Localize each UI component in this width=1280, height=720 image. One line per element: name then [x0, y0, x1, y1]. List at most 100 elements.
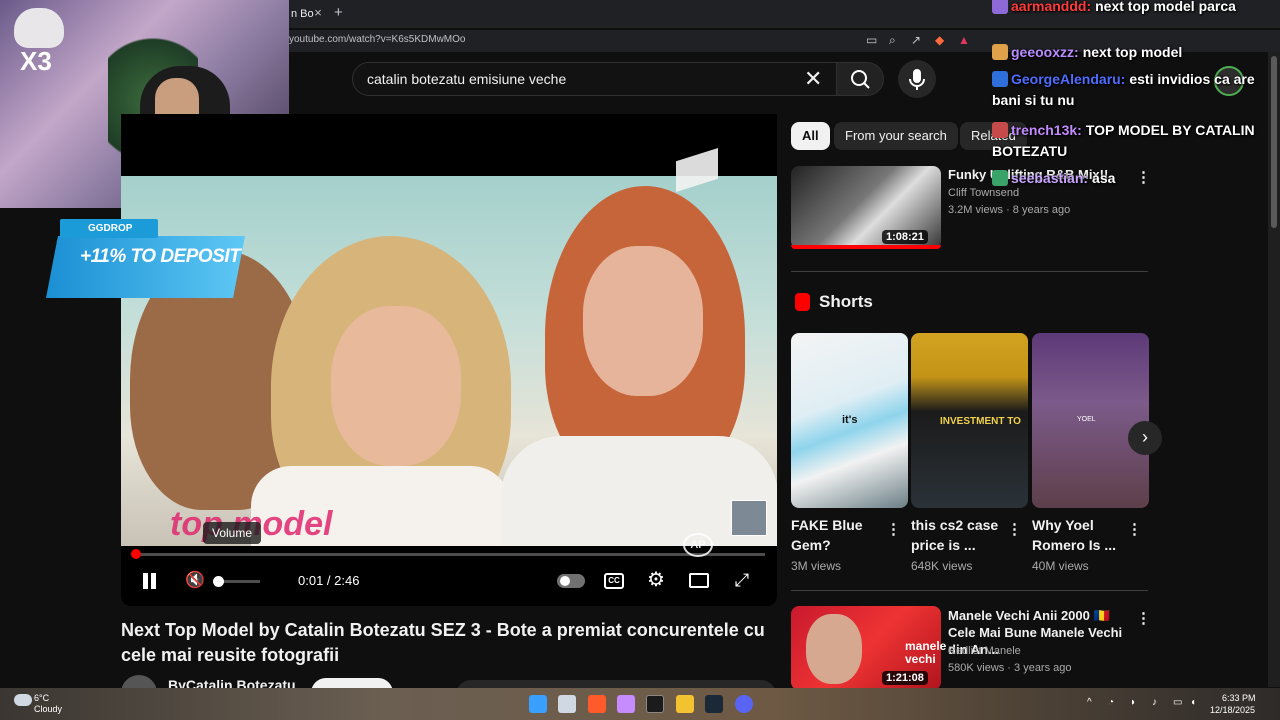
- brave-shield-icon[interactable]: ◆: [935, 33, 944, 47]
- mute-icon[interactable]: 🔇: [183, 570, 207, 592]
- cat-sticker: [14, 8, 64, 48]
- shorts-icon: [795, 293, 810, 311]
- chat-username: GeorgeAlendaru:: [1011, 71, 1126, 87]
- volume-knob[interactable]: [213, 576, 224, 587]
- clock-date[interactable]: 12/18/2025: [1210, 705, 1255, 715]
- speaker-icon[interactable]: ◗: [1130, 697, 1136, 708]
- short-views: 3M views: [791, 559, 842, 573]
- more-options-icon[interactable]: ⋮: [1127, 520, 1142, 540]
- promo-text: +11% TO DEPOSIT: [80, 246, 241, 267]
- chat-message: trench13k: TOP MODEL BY CATALIN BOTEZATU: [992, 120, 1267, 162]
- discord-icon[interactable]: [735, 695, 753, 713]
- short-views: 40M views: [1032, 559, 1089, 573]
- app-icon[interactable]: [646, 695, 664, 713]
- start-icon[interactable]: [529, 695, 547, 713]
- divider: [791, 271, 1148, 272]
- voice-search-button[interactable]: [898, 60, 936, 98]
- volume-tooltip: Volume: [203, 522, 261, 544]
- shorts-heading: Shorts: [819, 292, 873, 311]
- chat-message: seebastian: asa: [992, 168, 1267, 189]
- tray-chevron-icon[interactable]: ^: [1087, 697, 1092, 708]
- chat-badge-icon: [992, 0, 1008, 14]
- more-options-icon[interactable]: ⋮: [886, 520, 901, 540]
- chat-text: next top model: [1082, 44, 1183, 60]
- thumbnail-face: [806, 614, 862, 684]
- share-icon[interactable]: ↗: [911, 33, 921, 47]
- video-title: Next Top Model by Catalin Botezatu SEZ 3…: [121, 620, 765, 665]
- short-title[interactable]: FAKE Blue Gem?: [791, 515, 881, 555]
- captions-button[interactable]: CC: [604, 573, 624, 589]
- new-tab-button[interactable]: +: [334, 4, 343, 21]
- thumbnail-text: manele vechi: [905, 639, 947, 666]
- fullscreen-icon[interactable]: ⤢: [731, 569, 753, 591]
- video-frame[interactable]: [121, 176, 777, 546]
- search-button[interactable]: [836, 62, 884, 96]
- cloud-icon[interactable]: [14, 694, 32, 706]
- theater-mode-icon[interactable]: [689, 573, 709, 588]
- chat-message: geeooxzz: next top model: [992, 42, 1267, 63]
- search-input[interactable]: catalin botezatu emisiune veche: [367, 71, 566, 87]
- network-icon[interactable]: ◔: [1108, 697, 1114, 708]
- chat-badge-icon: [992, 170, 1008, 186]
- short-caption: YOEL: [1077, 416, 1096, 423]
- settings-icon[interactable]: ⚙: [645, 569, 667, 591]
- mic-icon: [909, 69, 925, 90]
- rewards-icon[interactable]: ▲: [958, 33, 970, 47]
- mic-tray-icon[interactable]: ♪: [1152, 697, 1157, 708]
- chat-badge-icon: [992, 122, 1008, 138]
- pause-button[interactable]: [139, 568, 161, 594]
- search-icon: [851, 70, 870, 89]
- short-caption: it's: [842, 414, 858, 426]
- copilot-icon[interactable]: [617, 695, 635, 713]
- recommendation-meta: 580K views · 3 years ago: [948, 662, 1072, 674]
- short-caption: INVESTMENT TO: [940, 416, 1021, 427]
- chip-all[interactable]: All: [791, 122, 830, 150]
- progress-bar[interactable]: [133, 553, 765, 556]
- short-title[interactable]: Why Yoel Romero Is ...: [1032, 515, 1122, 555]
- more-options-icon[interactable]: ⋮: [1136, 609, 1151, 627]
- chat-badge-icon: [992, 44, 1008, 60]
- url-text[interactable]: youtube.com/watch?v=K6s5KDMwMOo: [289, 34, 465, 45]
- duration-badge: 1:21:08: [882, 671, 928, 685]
- chat-message: GeorgeAlendaru: esti invidios ca are bani…: [992, 69, 1267, 111]
- progress-scrubber[interactable]: [131, 549, 141, 559]
- shorts-next-button[interactable]: ›: [1128, 421, 1162, 455]
- duration-badge: 1:08:21: [882, 230, 928, 244]
- weather-description[interactable]: Cloudy: [34, 704, 62, 714]
- zoom-icon[interactable]: ⌕: [889, 33, 896, 48]
- autoplay-toggle[interactable]: [557, 574, 585, 588]
- clock-time[interactable]: 6:33 PM: [1222, 693, 1256, 703]
- multiplier-label: X3: [20, 46, 52, 76]
- short-title[interactable]: this cs2 case price is ...: [911, 515, 1001, 555]
- chat-username: geeooxzz:: [1011, 44, 1079, 60]
- contestant-redhead-face: [583, 246, 703, 396]
- chat-message: aarmanddd: next top model parca: [992, 0, 1267, 17]
- chat-username: trench13k:: [1011, 122, 1082, 138]
- file-explorer-icon[interactable]: [676, 695, 694, 713]
- chat-username: seebastian:: [1011, 170, 1089, 186]
- chat-text: next top model parca: [1095, 0, 1236, 14]
- scrollbar-thumb[interactable]: [1271, 56, 1277, 228]
- recommendation-meta: 3.2M views · 8 years ago: [948, 204, 1071, 216]
- tab-close-button[interactable]: ×: [311, 5, 325, 21]
- clear-search-icon[interactable]: ✕: [804, 66, 822, 92]
- time-display: 0:01 / 2:46: [298, 573, 360, 588]
- watched-progress: [791, 245, 941, 249]
- task-view-icon[interactable]: [558, 695, 576, 713]
- recommendation-channel[interactable]: Redlist Manele: [948, 645, 1021, 657]
- display-icon[interactable]: ▭: [1173, 697, 1182, 708]
- promo-tag: GGDROP: [60, 219, 158, 238]
- volume-tray-icon[interactable]: ◖: [1190, 697, 1196, 708]
- short-views: 648K views: [911, 559, 973, 573]
- more-options-icon[interactable]: ⋮: [1007, 520, 1022, 540]
- chat-text: asa: [1092, 170, 1116, 186]
- chat-badge-icon: [992, 71, 1008, 87]
- install-app-icon[interactable]: ▭: [866, 33, 877, 47]
- chat-username: aarmanddd:: [1011, 0, 1092, 14]
- divider: [791, 590, 1148, 591]
- steam-icon[interactable]: [705, 695, 723, 713]
- brave-icon[interactable]: [588, 695, 606, 713]
- weather-temperature[interactable]: 6°C: [34, 693, 49, 703]
- chip-from-your-search[interactable]: From your search: [834, 122, 958, 150]
- pip-thumbnail: [731, 500, 767, 536]
